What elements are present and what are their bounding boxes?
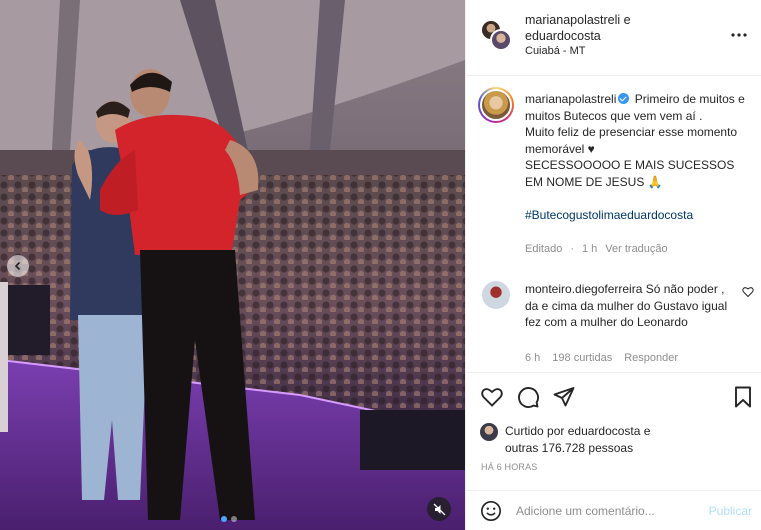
- post-caption: marianapolastreli Primeiro de muitos e m…: [466, 76, 761, 372]
- post-header: marianapolastreli e eduardocosta Cuiabá …: [466, 0, 761, 76]
- carousel-prev-button[interactable]: [7, 255, 29, 277]
- carousel-dot: [221, 516, 227, 522]
- publish-button[interactable]: Publicar: [709, 504, 752, 518]
- heart-icon[interactable]: [480, 385, 504, 409]
- author-avatar[interactable]: [478, 87, 514, 123]
- carousel-dot: [231, 516, 237, 522]
- concert-photo: [0, 0, 465, 530]
- caption-line: Muito feliz de presenciar esse momento m…: [525, 125, 738, 156]
- chevron-left-icon: [14, 261, 21, 271]
- likes-user[interactable]: eduardocosta: [568, 424, 641, 438]
- share-icon[interactable]: [552, 385, 576, 409]
- more-icon: [731, 33, 747, 37]
- likes-conj: e: [643, 424, 651, 438]
- edited-label: Editado: [525, 243, 563, 255]
- caption-meta: Editado · 1 h Ver tradução: [525, 243, 676, 255]
- meta-separator: ·: [570, 243, 574, 255]
- more-options-button[interactable]: [730, 26, 748, 44]
- likes-text[interactable]: Curtido por eduardocosta e outras 176.72…: [505, 423, 725, 456]
- mute-icon: [433, 503, 445, 515]
- comment-icon[interactable]: [516, 385, 540, 409]
- post-sidebar: marianapolastreli e eduardocosta Cuiabá …: [465, 0, 761, 530]
- heart-icon[interactable]: [742, 286, 754, 298]
- avatar: [480, 423, 498, 441]
- verified-icon: [618, 93, 630, 104]
- likes-prefix: Curtido por: [505, 424, 565, 438]
- comment-input[interactable]: [516, 501, 696, 521]
- comment-meta: 6 h 198 curtidas Responder: [525, 352, 690, 364]
- comment-likes[interactable]: 198 curtidas: [552, 352, 612, 364]
- caption-line: SECESSOOOOO E MAIS SUCESSOS EM NOME DE J…: [525, 158, 735, 189]
- avatar[interactable]: [482, 281, 510, 309]
- add-comment-bar: Publicar: [466, 490, 761, 530]
- collab-avatars[interactable]: [480, 19, 514, 53]
- comment-age: 6 h: [525, 352, 541, 364]
- comment-text: monteiro.diegoferreira Só não poder , da…: [525, 281, 730, 331]
- post-media[interactable]: [0, 0, 465, 530]
- hashtag-link[interactable]: #Butecogustolimaeduardocosta: [525, 208, 693, 222]
- emoji-icon[interactable]: [480, 500, 502, 522]
- post-location[interactable]: Cuiabá - MT: [525, 45, 586, 57]
- caption-username[interactable]: marianapolastreli: [525, 92, 616, 106]
- bookmark-icon[interactable]: [731, 385, 755, 409]
- mute-button[interactable]: [427, 497, 451, 521]
- carousel-dots: [221, 516, 237, 522]
- avatar: [490, 29, 512, 51]
- see-translation-link[interactable]: Ver tradução: [605, 243, 667, 255]
- post-authors[interactable]: marianapolastreli e eduardocosta: [525, 12, 705, 44]
- reply-button[interactable]: Responder: [624, 352, 678, 364]
- comment-username[interactable]: monteiro.diegoferreira: [525, 282, 642, 296]
- likes-others[interactable]: outras 176.728 pessoas: [505, 441, 633, 455]
- caption-text: marianapolastreli Primeiro de muitos e m…: [525, 91, 753, 224]
- caption-age: 1 h: [581, 243, 598, 255]
- post-timestamp: HÁ 6 HORAS: [481, 462, 538, 472]
